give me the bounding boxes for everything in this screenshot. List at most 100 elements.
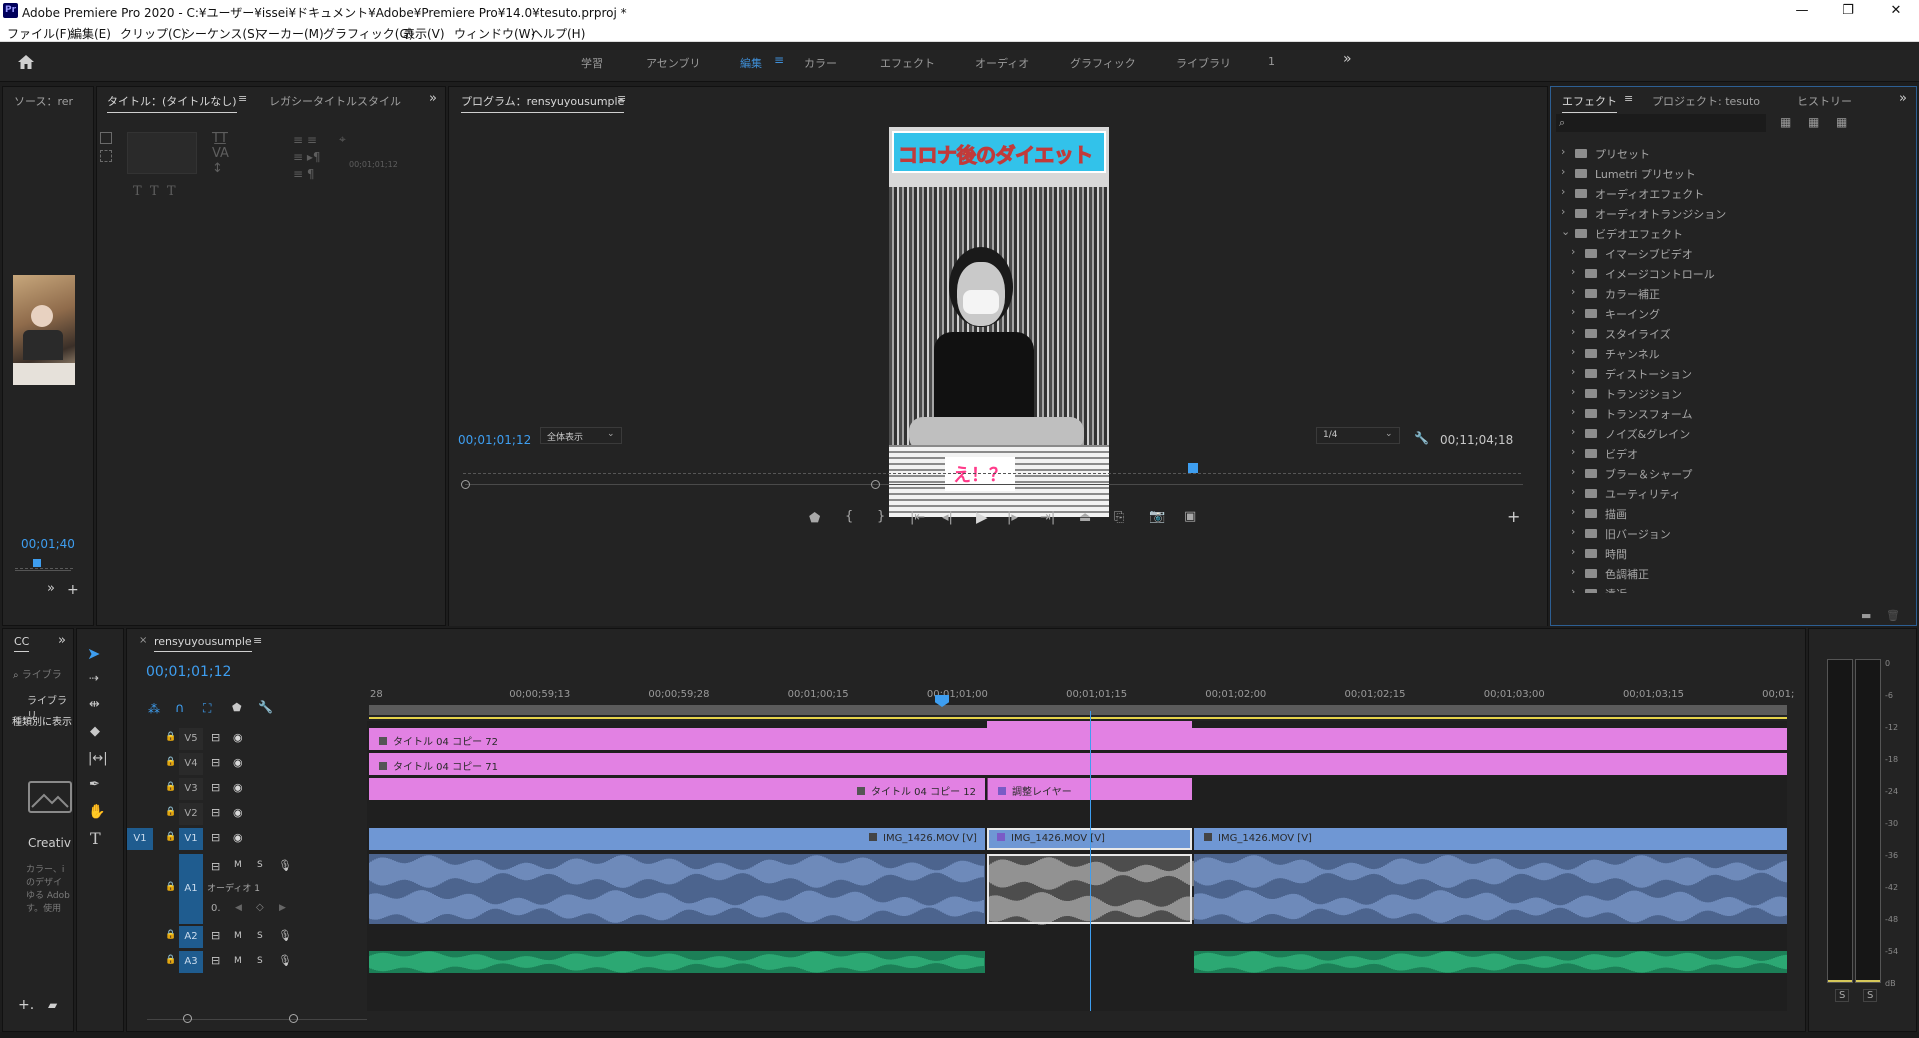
- linked-selection-icon[interactable]: ⛶: [203, 701, 211, 716]
- zoom-dropdown[interactable]: 全体表示 ⌄: [540, 427, 622, 444]
- minimize-button[interactable]: —: [1779, 0, 1825, 22]
- clip-v4[interactable]: タイトル 04 コピー 71: [369, 753, 1787, 775]
- new-bin-folder-icon[interactable]: ▬: [1861, 609, 1871, 622]
- close-sequence-icon[interactable]: ×: [139, 635, 147, 646]
- camera-icon[interactable]: 📷: [1149, 509, 1165, 524]
- effects-tree-item[interactable]: › トランスフォーム: [1551, 403, 1916, 423]
- effects-tree-item[interactable]: › 色調補正: [1551, 563, 1916, 583]
- track-area[interactable]: タイトル 04 コピー 72 タイトル 04 コピー 71 タイトル 04 コピ…: [367, 711, 1787, 1011]
- chevron-right-icon[interactable]: ›: [1571, 545, 1575, 558]
- source-tab[interactable]: ソース：rer: [14, 93, 73, 109]
- clip-a1a[interactable]: [369, 854, 985, 924]
- next-keyframe-icon[interactable]: ▶: [279, 903, 286, 913]
- delete-trash-icon[interactable]: 🗑: [1886, 609, 1900, 622]
- lock-icon[interactable]: 🔒: [165, 782, 176, 792]
- effects-tree-item[interactable]: › イマーシブビデオ: [1551, 243, 1916, 263]
- clip-v5[interactable]: タイトル 04 コピー 72: [369, 728, 1787, 750]
- chevron-right-icon[interactable]: ›: [1571, 585, 1575, 593]
- clip-a3b[interactable]: [1194, 951, 1787, 973]
- menu-edit[interactable]: 編集(E): [70, 25, 111, 42]
- track-select-tool-icon[interactable]: ⇢: [89, 671, 99, 685]
- close-button[interactable]: ✕: [1873, 0, 1919, 22]
- clip-v1c[interactable]: IMG_1426.MOV [V]: [1194, 828, 1787, 850]
- effects-tree-item[interactable]: › ディストーション: [1551, 363, 1916, 383]
- add-marker-icon[interactable]: ⬟: [232, 701, 242, 714]
- libraries-overflow-icon[interactable]: »: [58, 633, 66, 648]
- toggle-sync-lock-icon[interactable]: ⊟: [211, 954, 220, 967]
- tab-history[interactable]: ヒストリー: [1797, 93, 1852, 109]
- effects-tree-item[interactable]: › 旧バージョン: [1551, 523, 1916, 543]
- chevron-right-icon[interactable]: ›: [1571, 485, 1575, 498]
- timeline-timecode[interactable]: 00;01;01;12: [146, 664, 231, 680]
- go-to-out-icon[interactable]: ⇥|: [1040, 510, 1055, 525]
- program-timecode-current[interactable]: 00;01;01;12: [458, 433, 531, 447]
- play-icon[interactable]: ▶: [976, 508, 988, 526]
- compare-view-icon[interactable]: ▣: [1184, 509, 1196, 524]
- tab-project[interactable]: プロジェクト: tesuto: [1652, 93, 1760, 109]
- mute-button[interactable]: M: [234, 931, 242, 941]
- effects-tree-item[interactable]: › オーディオエフェクト: [1551, 183, 1916, 203]
- toggle-sync-lock-icon[interactable]: ⊟: [211, 831, 220, 844]
- workspace-custom-1[interactable]: 1: [1268, 55, 1275, 68]
- clip-a1c[interactable]: [1194, 854, 1787, 924]
- text-style-icons[interactable]: T͟T VA ↕: [212, 131, 229, 176]
- pen-tool-icon[interactable]: ✒: [89, 777, 100, 792]
- workspace-learn[interactable]: 学習: [581, 55, 603, 71]
- toggle-sync-lock-icon[interactable]: ⊟: [211, 756, 220, 769]
- effects-tree-item[interactable]: › キーイング: [1551, 303, 1916, 323]
- toggle-sync-lock-icon[interactable]: ⊟: [211, 806, 220, 819]
- track-target-v4[interactable]: V4: [179, 753, 203, 775]
- chevron-right-icon[interactable]: ›: [1561, 205, 1565, 218]
- chevron-right-icon[interactable]: ›: [1571, 425, 1575, 438]
- track-target-v5[interactable]: V5: [179, 728, 203, 750]
- track-target-a1[interactable]: A1: [179, 854, 203, 924]
- nest-icon[interactable]: ⁂: [148, 702, 160, 716]
- menu-help[interactable]: ヘルプ(H): [531, 25, 585, 42]
- step-back-icon[interactable]: ◂|: [942, 510, 953, 525]
- menu-clip[interactable]: クリップ(C): [120, 25, 186, 42]
- zoom-handle-left[interactable]: [461, 480, 470, 489]
- mute-button[interactable]: M: [234, 860, 242, 870]
- hand-tool-icon[interactable]: ✋: [88, 804, 105, 820]
- header-scrollbar[interactable]: [147, 1019, 367, 1020]
- chevron-right-icon[interactable]: ›: [1561, 165, 1565, 178]
- lock-icon[interactable]: 🔒: [165, 807, 176, 817]
- workspace-graphics[interactable]: グラフィック: [1070, 55, 1136, 71]
- effects-tree-item[interactable]: › プリセット: [1551, 143, 1916, 163]
- settings-wrench-icon[interactable]: 🔧: [1414, 431, 1429, 445]
- work-area-bar[interactable]: [369, 705, 1787, 715]
- program-menu-icon[interactable]: ≡: [617, 92, 626, 105]
- effects-tree-item[interactable]: › チャンネル: [1551, 343, 1916, 363]
- snap-icon[interactable]: ∩: [175, 701, 185, 716]
- clip-v1a[interactable]: IMG_1426.MOV [V]: [369, 828, 985, 850]
- eye-icon[interactable]: ◉: [233, 831, 243, 844]
- effects-tree-item[interactable]: › 時間: [1551, 543, 1916, 563]
- mark-in-icon[interactable]: {: [845, 509, 853, 524]
- track-target-v3[interactable]: V3: [179, 778, 203, 800]
- workspace-assembly[interactable]: アセンブリ: [646, 55, 700, 71]
- toggle-sync-lock-icon[interactable]: ⊟: [211, 781, 220, 794]
- effects-tree-item[interactable]: › ノイズ&グレイン: [1551, 423, 1916, 443]
- mic-icon[interactable]: 🎙: [278, 859, 292, 872]
- workspace-audio[interactable]: オーディオ: [975, 55, 1029, 71]
- toggle-sync-lock-icon[interactable]: ⊟: [211, 929, 220, 942]
- program-scrub-ruler[interactable]: [463, 464, 1521, 474]
- eye-icon[interactable]: ◉: [233, 756, 243, 769]
- menu-graphics[interactable]: グラフィック(G): [323, 25, 413, 42]
- header-zoom-handle-right[interactable]: [289, 1014, 298, 1023]
- solo-left-button[interactable]: S: [1835, 989, 1850, 1002]
- source-add-button[interactable]: +: [67, 582, 79, 598]
- home-icon[interactable]: [16, 53, 36, 71]
- add-marker-icon[interactable]: ⬟: [809, 511, 820, 526]
- mic-icon[interactable]: 🎙: [278, 929, 292, 942]
- toggle-sync-lock-icon[interactable]: ⊟: [211, 731, 220, 744]
- effects-tree-item[interactable]: › ブラー＆シャープ: [1551, 463, 1916, 483]
- solo-button[interactable]: S: [257, 956, 263, 966]
- effects-tree-item[interactable]: › カラー補正: [1551, 283, 1916, 303]
- chevron-right-icon[interactable]: ›: [1571, 265, 1575, 278]
- maximize-button[interactable]: ❐: [1825, 0, 1871, 22]
- tab-title[interactable]: タイトル：(タイトルなし): [107, 93, 237, 113]
- text-bold-italic-icons[interactable]: TTT: [133, 184, 184, 199]
- chevron-right-icon[interactable]: ›: [1571, 325, 1575, 338]
- resolution-dropdown[interactable]: 1/4 ⌄: [1316, 427, 1400, 444]
